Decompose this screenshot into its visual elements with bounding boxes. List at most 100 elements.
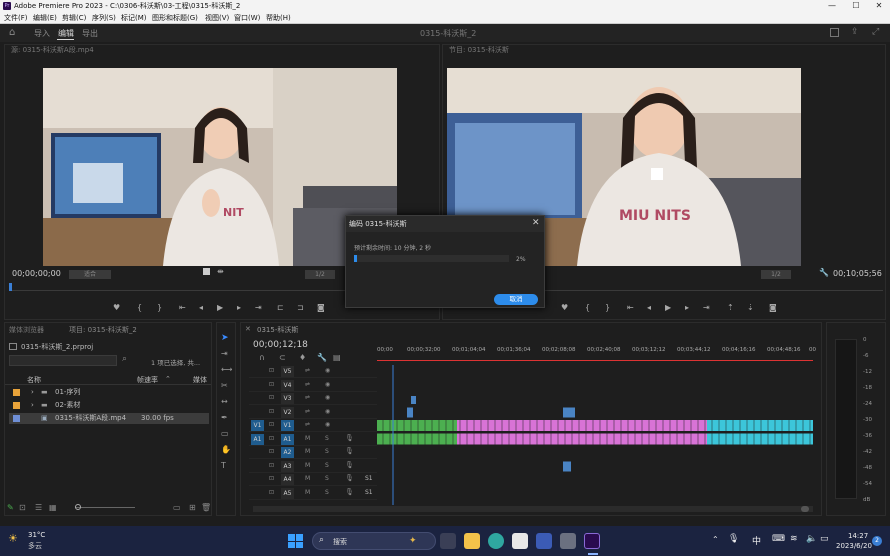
weather-desc[interactable]: 多云	[28, 541, 42, 551]
source-camera-icon[interactable]: ◙	[317, 303, 325, 312]
task-view-icon[interactable]	[440, 533, 456, 549]
track-lock-icon[interactable]: ⊡	[269, 462, 274, 469]
clip-v2[interactable]	[563, 407, 575, 418]
source-add-marker-icon[interactable]: ♥	[113, 303, 120, 312]
clip-a1[interactable]	[457, 433, 707, 445]
menu-view[interactable]: 视图(V)	[205, 13, 229, 23]
program-back-frame-icon[interactable]: ◂	[647, 303, 651, 312]
timeline-scroll-handle[interactable]	[801, 506, 809, 512]
menu-help[interactable]: 帮助(H)	[266, 13, 291, 23]
close-button[interactable]: ✕	[869, 0, 889, 12]
solo-icon[interactable]: S	[325, 475, 329, 482]
ime-icon[interactable]: ⌨	[772, 534, 785, 544]
sequence-tab[interactable]: 0315-科沃斯	[257, 325, 298, 335]
track-lock-icon[interactable]: ⊡	[269, 394, 274, 401]
menu-file[interactable]: 文件(F)	[4, 13, 28, 23]
voiceover-icon[interactable]: 🎙	[345, 434, 354, 442]
eye-icon[interactable]: ◉	[325, 421, 330, 428]
eye-icon[interactable]: ◉	[325, 381, 330, 388]
wifi-icon[interactable]: ≋	[790, 534, 798, 544]
lock-icon[interactable]: ⊡	[19, 503, 26, 512]
clip-v3[interactable]	[411, 396, 416, 404]
weather-temp[interactable]: 31°C	[28, 531, 45, 539]
pen-icon[interactable]: ✒	[221, 413, 228, 422]
track-label[interactable]: A3	[281, 460, 294, 472]
new-bin-icon[interactable]: ▭	[173, 503, 181, 512]
wrench-icon[interactable]: 🔧	[819, 268, 829, 277]
program-step-fwd-icon[interactable]: ⇥	[703, 303, 710, 312]
track-lock-icon[interactable]: ⊡	[269, 381, 274, 388]
column-fps[interactable]: 帧速率	[137, 375, 158, 385]
tab-import[interactable]: 导入	[34, 28, 50, 39]
slip-icon[interactable]: ↔	[221, 397, 228, 406]
snap-icon[interactable]: ∩	[259, 353, 265, 362]
microphone-icon[interactable]: 🎙	[728, 534, 739, 544]
voiceover-icon[interactable]: 🎙	[345, 447, 354, 455]
source-playhead-icon[interactable]: ⇼	[217, 267, 224, 276]
sync-lock-icon[interactable]: ⇌	[305, 381, 310, 388]
minimize-button[interactable]: —	[822, 0, 842, 12]
source-mark-out-icon[interactable]: }	[157, 303, 162, 312]
tab-project[interactable]: 项目: 0315-科沃斯_2	[69, 325, 137, 335]
menu-sequence[interactable]: 序列(S)	[92, 13, 116, 23]
tab-edit[interactable]: 编辑	[58, 28, 74, 39]
track-lock-icon[interactable]: ⊡	[269, 475, 274, 482]
timeline-timecode[interactable]: 00;00;12;18	[253, 340, 308, 350]
clip-v1[interactable]	[707, 420, 813, 431]
notification-badge[interactable]: 2	[872, 536, 882, 546]
hand-icon[interactable]: ✋	[221, 445, 231, 454]
tray-chevron-icon[interactable]: ⌃	[712, 535, 719, 544]
windows-start-icon[interactable]	[288, 534, 304, 548]
taskbar-search-input[interactable]: ⌕ 搜索 ✦	[312, 532, 436, 550]
source-fit-dropdown[interactable]: 适合	[69, 270, 111, 279]
clip-a1[interactable]	[377, 433, 457, 445]
project-item[interactable]: › ▬ 01-序列	[13, 387, 213, 398]
source-mark-in-icon[interactable]: {	[137, 303, 142, 312]
source-play-icon[interactable]: ▶	[217, 303, 223, 312]
track-label[interactable]: A1	[281, 433, 294, 445]
rectangle-icon[interactable]: ▭	[221, 429, 229, 438]
source-timecode[interactable]: 00;00;00;00	[12, 269, 61, 278]
cancel-button[interactable]: 取消	[494, 294, 538, 305]
program-fwd-frame-icon[interactable]: ▸	[685, 303, 689, 312]
source-ratio-dropdown[interactable]: 1/2	[305, 270, 335, 279]
sync-lock-icon[interactable]: ⇌	[305, 421, 310, 428]
track-lock-icon[interactable]: ⊡	[269, 421, 274, 428]
razor-icon[interactable]: ✂	[221, 381, 228, 390]
source-step-back-icon[interactable]: ⇤	[179, 303, 186, 312]
selection-tool-icon[interactable]: ➤	[221, 333, 229, 343]
pencil-icon[interactable]: ✎	[7, 503, 14, 512]
track-lock-icon[interactable]: ⊡	[269, 448, 274, 455]
dialog-close-button[interactable]: ✕	[532, 218, 540, 228]
premiere-taskbar-icon[interactable]	[584, 533, 600, 549]
source-patch-v1[interactable]: V1	[251, 420, 264, 431]
program-play-icon[interactable]: ▶	[665, 303, 671, 312]
solo-icon[interactable]: S	[325, 448, 329, 455]
program-ratio-dropdown[interactable]: 1/2	[761, 270, 791, 279]
clip-v1[interactable]	[377, 420, 457, 431]
linked-selection-icon[interactable]: ⊂	[279, 353, 286, 362]
sync-lock-icon[interactable]: ⇌	[305, 408, 310, 415]
track-label[interactable]: A5	[281, 487, 294, 499]
column-name[interactable]: 名称	[27, 375, 41, 385]
program-add-marker-icon[interactable]: ♥	[561, 303, 568, 312]
clip-a3[interactable]	[563, 461, 571, 472]
project-item[interactable]: › ▬ 02-素材	[13, 400, 213, 411]
delete-icon[interactable]: 🗑	[201, 503, 211, 512]
track-select-icon[interactable]: ⇥	[221, 349, 228, 358]
timeline-scrollbar[interactable]	[253, 506, 813, 512]
new-item-icon[interactable]: ⊞	[189, 503, 196, 512]
voiceover-icon[interactable]: 🎙	[345, 474, 354, 482]
track-lock-icon[interactable]: ⊡	[269, 367, 274, 374]
track-label[interactable]: A2	[281, 447, 294, 458]
menu-graphics[interactable]: 图形和标题(G)	[152, 13, 198, 23]
type-icon[interactable]: T	[221, 461, 226, 470]
clip-v2[interactable]	[407, 407, 413, 418]
add-marker-icon[interactable]: ♦	[299, 353, 306, 362]
home-icon[interactable]: ⌂	[9, 27, 21, 38]
settings-icon[interactable]: 🔧	[317, 353, 327, 362]
clock-date[interactable]: 2023/6/20	[836, 542, 872, 550]
sort-icon[interactable]: ⌃	[165, 375, 171, 383]
track-label[interactable]: V4	[281, 379, 294, 391]
track-label[interactable]: V3	[281, 393, 294, 404]
